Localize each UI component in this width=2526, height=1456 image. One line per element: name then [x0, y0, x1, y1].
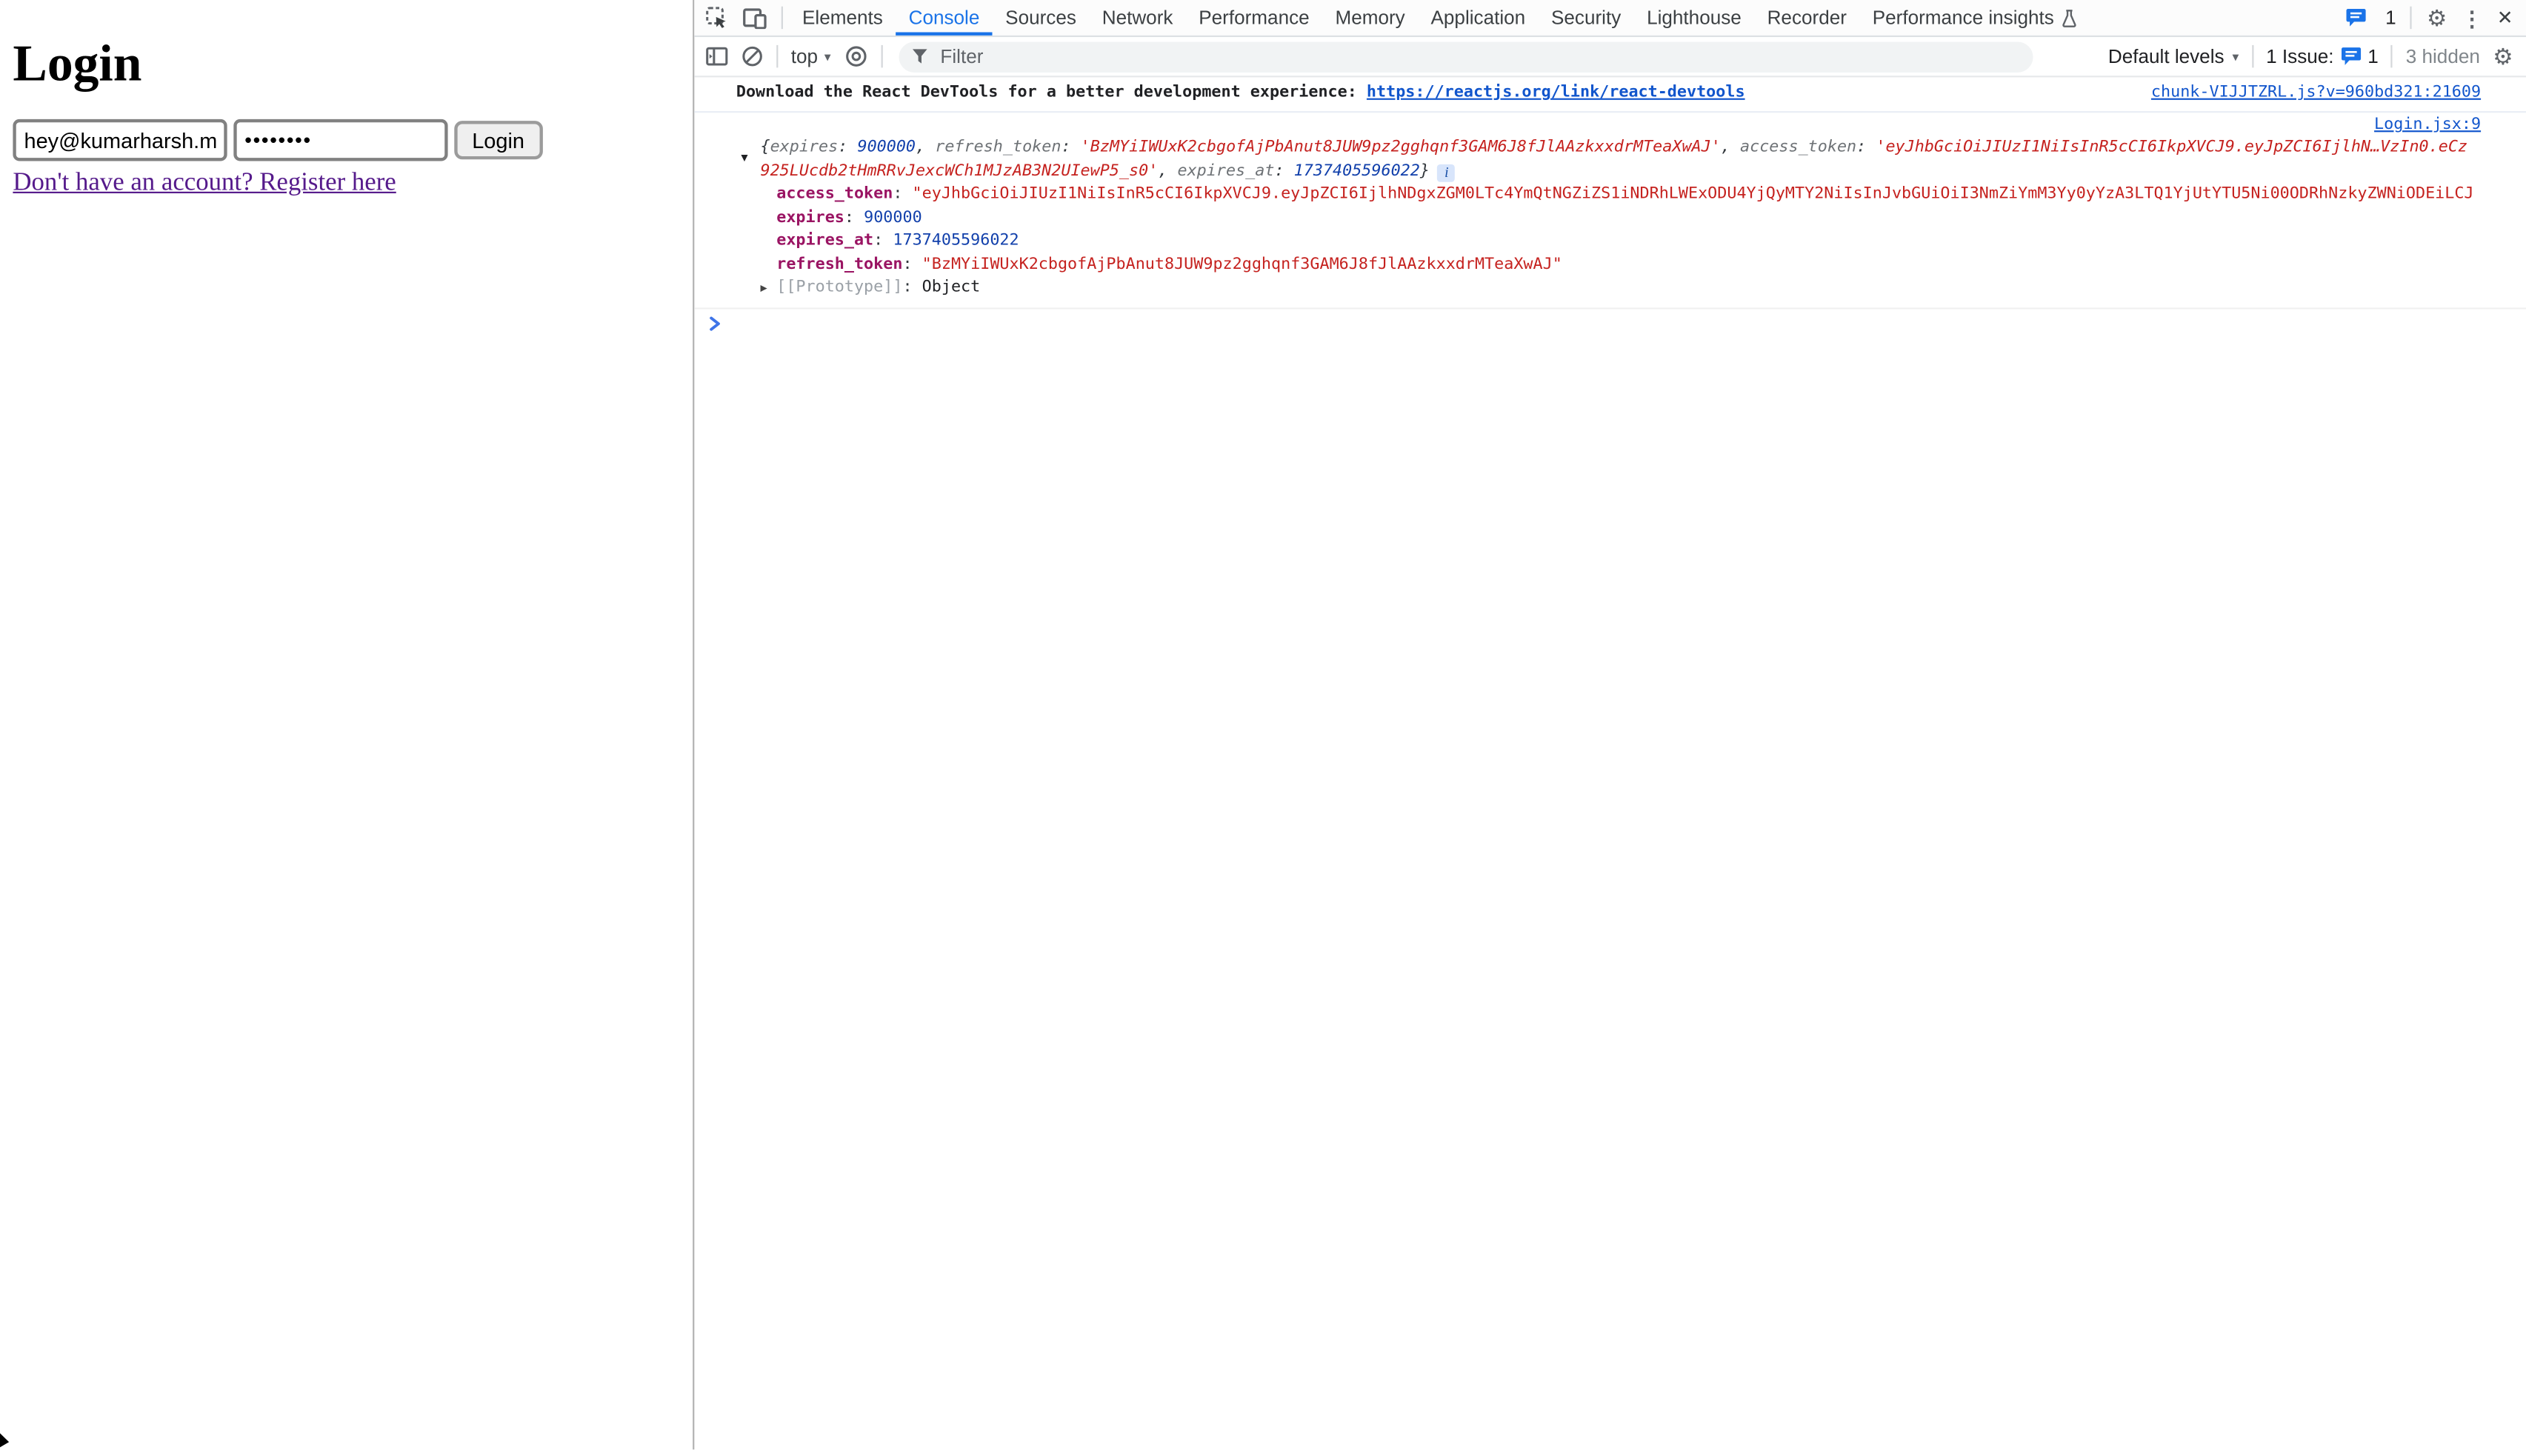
- tab-performance-insights[interactable]: Performance insights: [1859, 0, 2089, 36]
- hidden-messages-label: 3 hidden: [2406, 45, 2480, 67]
- more-options-icon[interactable]: ⋮: [2462, 7, 2482, 28]
- settings-gear-icon[interactable]: ⚙: [2427, 7, 2447, 29]
- chevron-down-icon: ▾: [2232, 49, 2239, 64]
- devtools-tabbar: Elements Console Sources Network Perform…: [694, 0, 2526, 37]
- tab-recorder[interactable]: Recorder: [1754, 0, 1859, 36]
- object-preview-line1[interactable]: {expires: 900000, refresh_token: 'BzMYiI…: [694, 137, 2526, 161]
- login-button[interactable]: Login: [454, 121, 542, 159]
- log-levels-dropdown[interactable]: Default levels ▾: [2108, 45, 2239, 67]
- tab-application[interactable]: Application: [1418, 0, 1538, 36]
- prompt-chevron-icon: [709, 315, 722, 332]
- console-message-react-devtools: Download the React DevTools for a better…: [694, 77, 2526, 113]
- screen: Login Login Don't have an account? Regis…: [0, 0, 2526, 1449]
- live-expression-eye-icon[interactable]: [844, 45, 868, 67]
- console-toolbar: top ▾ Default levels ▾ 1 Issue: [694, 37, 2526, 77]
- login-form: Login: [13, 119, 542, 161]
- divider: [881, 45, 882, 67]
- tab-console[interactable]: Console: [896, 0, 993, 36]
- source-link-chunk[interactable]: chunk-VIJJTZRL.js?v=960bd321:21609: [2151, 84, 2481, 101]
- password-field[interactable]: [233, 119, 447, 161]
- tab-network[interactable]: Network: [1089, 0, 1186, 36]
- tab-lighthouse[interactable]: Lighthouse: [1634, 0, 1754, 36]
- divider: [2391, 45, 2393, 67]
- object-property-expires-at[interactable]: expires_at: 1737405596022: [694, 230, 2526, 254]
- info-icon[interactable]: i: [1438, 164, 1456, 181]
- source-link-login-jsx[interactable]: Login.jsx:9: [2374, 116, 2481, 134]
- issues-icon[interactable]: [2345, 8, 2366, 27]
- console-messages: Download the React DevTools for a better…: [694, 77, 2526, 338]
- chevron-down-icon: ▾: [824, 49, 831, 64]
- devtools-panel: Elements Console Sources Network Perform…: [693, 0, 2526, 1449]
- expand-triangle-icon[interactable]: ▼: [741, 153, 747, 164]
- issues-count: 1: [2385, 7, 2396, 29]
- tab-elements[interactable]: Elements: [790, 0, 896, 36]
- tab-performance[interactable]: Performance: [1186, 0, 1322, 36]
- device-toolbar-icon[interactable]: [743, 7, 767, 28]
- filter-funnel-icon: [911, 48, 927, 64]
- object-preview-line2[interactable]: 925LUcdb2tHmRRvJexcWCh1MJzAB3N2UIewP5_s0…: [694, 160, 2526, 184]
- divider: [782, 7, 783, 29]
- filter-input[interactable]: [937, 44, 1910, 70]
- execution-context-selector[interactable]: top ▾: [791, 45, 831, 67]
- page-title: Login: [13, 34, 141, 93]
- object-property-expires[interactable]: expires: 900000: [694, 207, 2526, 231]
- collapsed-triangle-icon[interactable]: ▶: [760, 284, 767, 295]
- register-link[interactable]: Don't have an account? Register here: [13, 169, 396, 198]
- console-prompt[interactable]: [694, 309, 2526, 338]
- object-property-refresh-token[interactable]: refresh_token: "BzMYiIWUxK2cbgofAjPbAnut…: [694, 254, 2526, 278]
- object-prototype-row[interactable]: ▶ [[Prototype]]: Object: [694, 278, 2526, 301]
- tab-sources[interactable]: Sources: [993, 0, 1090, 36]
- divider: [2252, 45, 2253, 67]
- console-settings-gear-icon[interactable]: ⚙: [2493, 45, 2513, 67]
- flask-icon: [2062, 9, 2077, 27]
- login-page: Login Login Don't have an account? Regis…: [0, 0, 693, 1449]
- issues-counter[interactable]: 1 Issue: 1: [2266, 45, 2379, 67]
- email-field[interactable]: [13, 119, 227, 161]
- object-property-access-token[interactable]: access_token: "eyJhbGciOiJIUzI1NiIsInR5c…: [694, 184, 2526, 207]
- clear-console-icon[interactable]: [741, 45, 763, 67]
- close-devtools-icon[interactable]: ✕: [2497, 8, 2513, 27]
- console-sidebar-icon[interactable]: [706, 47, 728, 66]
- console-filter: [899, 41, 2033, 71]
- tab-memory[interactable]: Memory: [1322, 0, 1418, 36]
- divider: [776, 45, 778, 67]
- tab-security[interactable]: Security: [1539, 0, 1634, 36]
- react-devtools-link[interactable]: https://reactjs.org/link/react-devtools: [1367, 84, 1745, 101]
- inspect-element-icon[interactable]: [706, 7, 728, 29]
- console-log-object: Login.jsx:9 ▼ {expires: 900000, refresh_…: [694, 113, 2526, 309]
- divider: [2410, 7, 2412, 29]
- issues-icon: [2340, 47, 2361, 66]
- mouse-cursor: [0, 1432, 11, 1456]
